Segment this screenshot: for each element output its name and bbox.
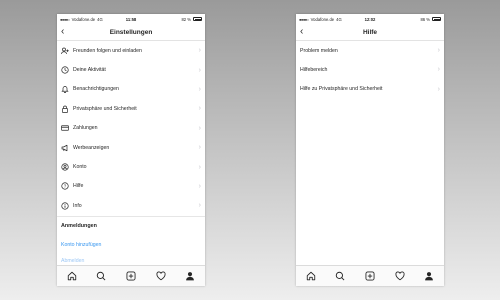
carrier-label: Vodafone.de bbox=[310, 16, 335, 22]
chevron-right-icon: › bbox=[198, 144, 201, 152]
home-icon[interactable] bbox=[306, 271, 316, 281]
chevron-right-icon: › bbox=[198, 202, 201, 210]
menu-item-label: Info bbox=[73, 202, 82, 209]
help-list: Problem melden › Hilfebereich › Hilfe zu… bbox=[296, 41, 444, 99]
chevron-right-icon: › bbox=[198, 105, 201, 113]
page-title: Hilfe bbox=[362, 28, 378, 36]
menu-item-label: Problem melden bbox=[300, 47, 338, 54]
menu-item-label: Hilfebereich bbox=[300, 66, 328, 73]
settings-list: Freunden folgen und einladen › Deine Akt… bbox=[57, 41, 205, 268]
signal-icon: ●●●●○ bbox=[60, 16, 70, 22]
chevron-right-icon: › bbox=[198, 47, 201, 55]
clock: 12:02 bbox=[364, 16, 376, 22]
chevron-right-icon: › bbox=[437, 66, 440, 74]
menu-item-label: Zahlungen bbox=[73, 125, 98, 132]
section-title-logins: Anmeldungen bbox=[57, 215, 205, 236]
help-icon: ? bbox=[61, 182, 69, 191]
battery-icon bbox=[432, 17, 441, 21]
account-icon bbox=[61, 163, 69, 171]
chevron-right-icon: › bbox=[198, 124, 201, 132]
bell-icon bbox=[61, 85, 69, 94]
chevron-right-icon: › bbox=[198, 85, 201, 93]
menu-item-label: Hilfe bbox=[73, 183, 84, 190]
menu-item-help-center[interactable]: Hilfebereich › bbox=[296, 60, 444, 79]
search-icon[interactable] bbox=[96, 271, 106, 281]
nav-bar: ‹ Hilfe bbox=[296, 24, 444, 41]
battery-percent: 86 % bbox=[420, 16, 430, 22]
nav-bar: ‹ Einstellungen bbox=[57, 24, 205, 41]
menu-item-activity[interactable]: Deine Aktivität › bbox=[57, 60, 205, 79]
menu-item-label: Freunden folgen und einladen bbox=[73, 47, 142, 54]
lock-icon bbox=[61, 105, 69, 113]
menu-item-report-problem[interactable]: Problem melden › bbox=[296, 41, 444, 60]
home-icon[interactable] bbox=[67, 271, 77, 281]
add-account-link[interactable]: Konto hinzufügen bbox=[57, 236, 205, 254]
chevron-right-icon: › bbox=[437, 85, 440, 93]
menu-item-account[interactable]: Konto › bbox=[57, 157, 205, 176]
svg-text:?: ? bbox=[64, 184, 67, 189]
search-icon[interactable] bbox=[335, 271, 345, 281]
profile-icon[interactable] bbox=[424, 271, 434, 281]
menu-item-label: Benachrichtigungen bbox=[73, 86, 119, 93]
carrier-label: Vodafone.de bbox=[71, 16, 96, 22]
chevron-right-icon: › bbox=[198, 182, 201, 190]
info-icon bbox=[61, 202, 69, 210]
menu-item-label: Konto bbox=[73, 164, 87, 171]
network-label: 4G bbox=[336, 16, 342, 22]
menu-item-label: Privatsphäre und Sicherheit bbox=[73, 105, 137, 112]
menu-item-privacy-help[interactable]: Hilfe zu Privatsphäre und Sicherheit › bbox=[296, 80, 444, 99]
chevron-right-icon: › bbox=[437, 47, 440, 55]
add-person-icon bbox=[61, 47, 69, 55]
settings-screen: ●●●●○ Vodafone.de 4G 11:58 82 % ‹ Einste… bbox=[57, 14, 205, 286]
chevron-right-icon: › bbox=[198, 66, 201, 74]
battery-percent: 82 % bbox=[181, 16, 192, 22]
heart-icon[interactable] bbox=[395, 271, 405, 281]
page-title: Einstellungen bbox=[109, 28, 153, 36]
profile-icon[interactable] bbox=[185, 271, 195, 281]
network-label: 4G bbox=[97, 16, 103, 22]
menu-item-payments[interactable]: Zahlungen › bbox=[57, 119, 205, 138]
battery-icon bbox=[193, 17, 203, 21]
back-icon[interactable]: ‹ bbox=[61, 26, 64, 38]
menu-item-follow-invite[interactable]: Freunden folgen und einladen › bbox=[57, 41, 205, 60]
menu-item-ads[interactable]: Werbeanzeigen › bbox=[57, 138, 205, 157]
menu-item-label: Deine Aktivität bbox=[73, 67, 106, 74]
activity-icon bbox=[61, 66, 69, 74]
add-post-icon[interactable] bbox=[365, 271, 375, 281]
status-bar: ●●●●○ Vodafone.de 4G 12:02 86 % bbox=[296, 14, 444, 24]
help-screen: ●●●●○ Vodafone.de 4G 12:02 86 % ‹ Hilfe … bbox=[296, 14, 444, 286]
clock: 11:58 bbox=[125, 16, 137, 22]
menu-item-privacy[interactable]: Privatsphäre und Sicherheit › bbox=[57, 99, 205, 118]
menu-item-label: Hilfe zu Privatsphäre und Sicherheit bbox=[300, 86, 383, 93]
status-bar: ●●●●○ Vodafone.de 4G 11:58 82 % bbox=[57, 14, 205, 24]
menu-item-label: Werbeanzeigen bbox=[73, 144, 110, 151]
heart-icon[interactable] bbox=[156, 271, 166, 281]
add-post-icon[interactable] bbox=[126, 271, 136, 281]
card-icon bbox=[61, 124, 69, 132]
signal-icon: ●●●●○ bbox=[299, 16, 309, 22]
tab-bar bbox=[296, 265, 444, 286]
back-icon[interactable]: ‹ bbox=[300, 26, 303, 38]
menu-item-notifications[interactable]: Benachrichtigungen › bbox=[57, 80, 205, 99]
megaphone-icon bbox=[61, 144, 69, 152]
tab-bar bbox=[57, 265, 205, 286]
menu-item-info[interactable]: Info › bbox=[57, 196, 205, 215]
menu-item-help[interactable]: ? Hilfe › bbox=[57, 177, 205, 196]
chevron-right-icon: › bbox=[198, 163, 201, 171]
